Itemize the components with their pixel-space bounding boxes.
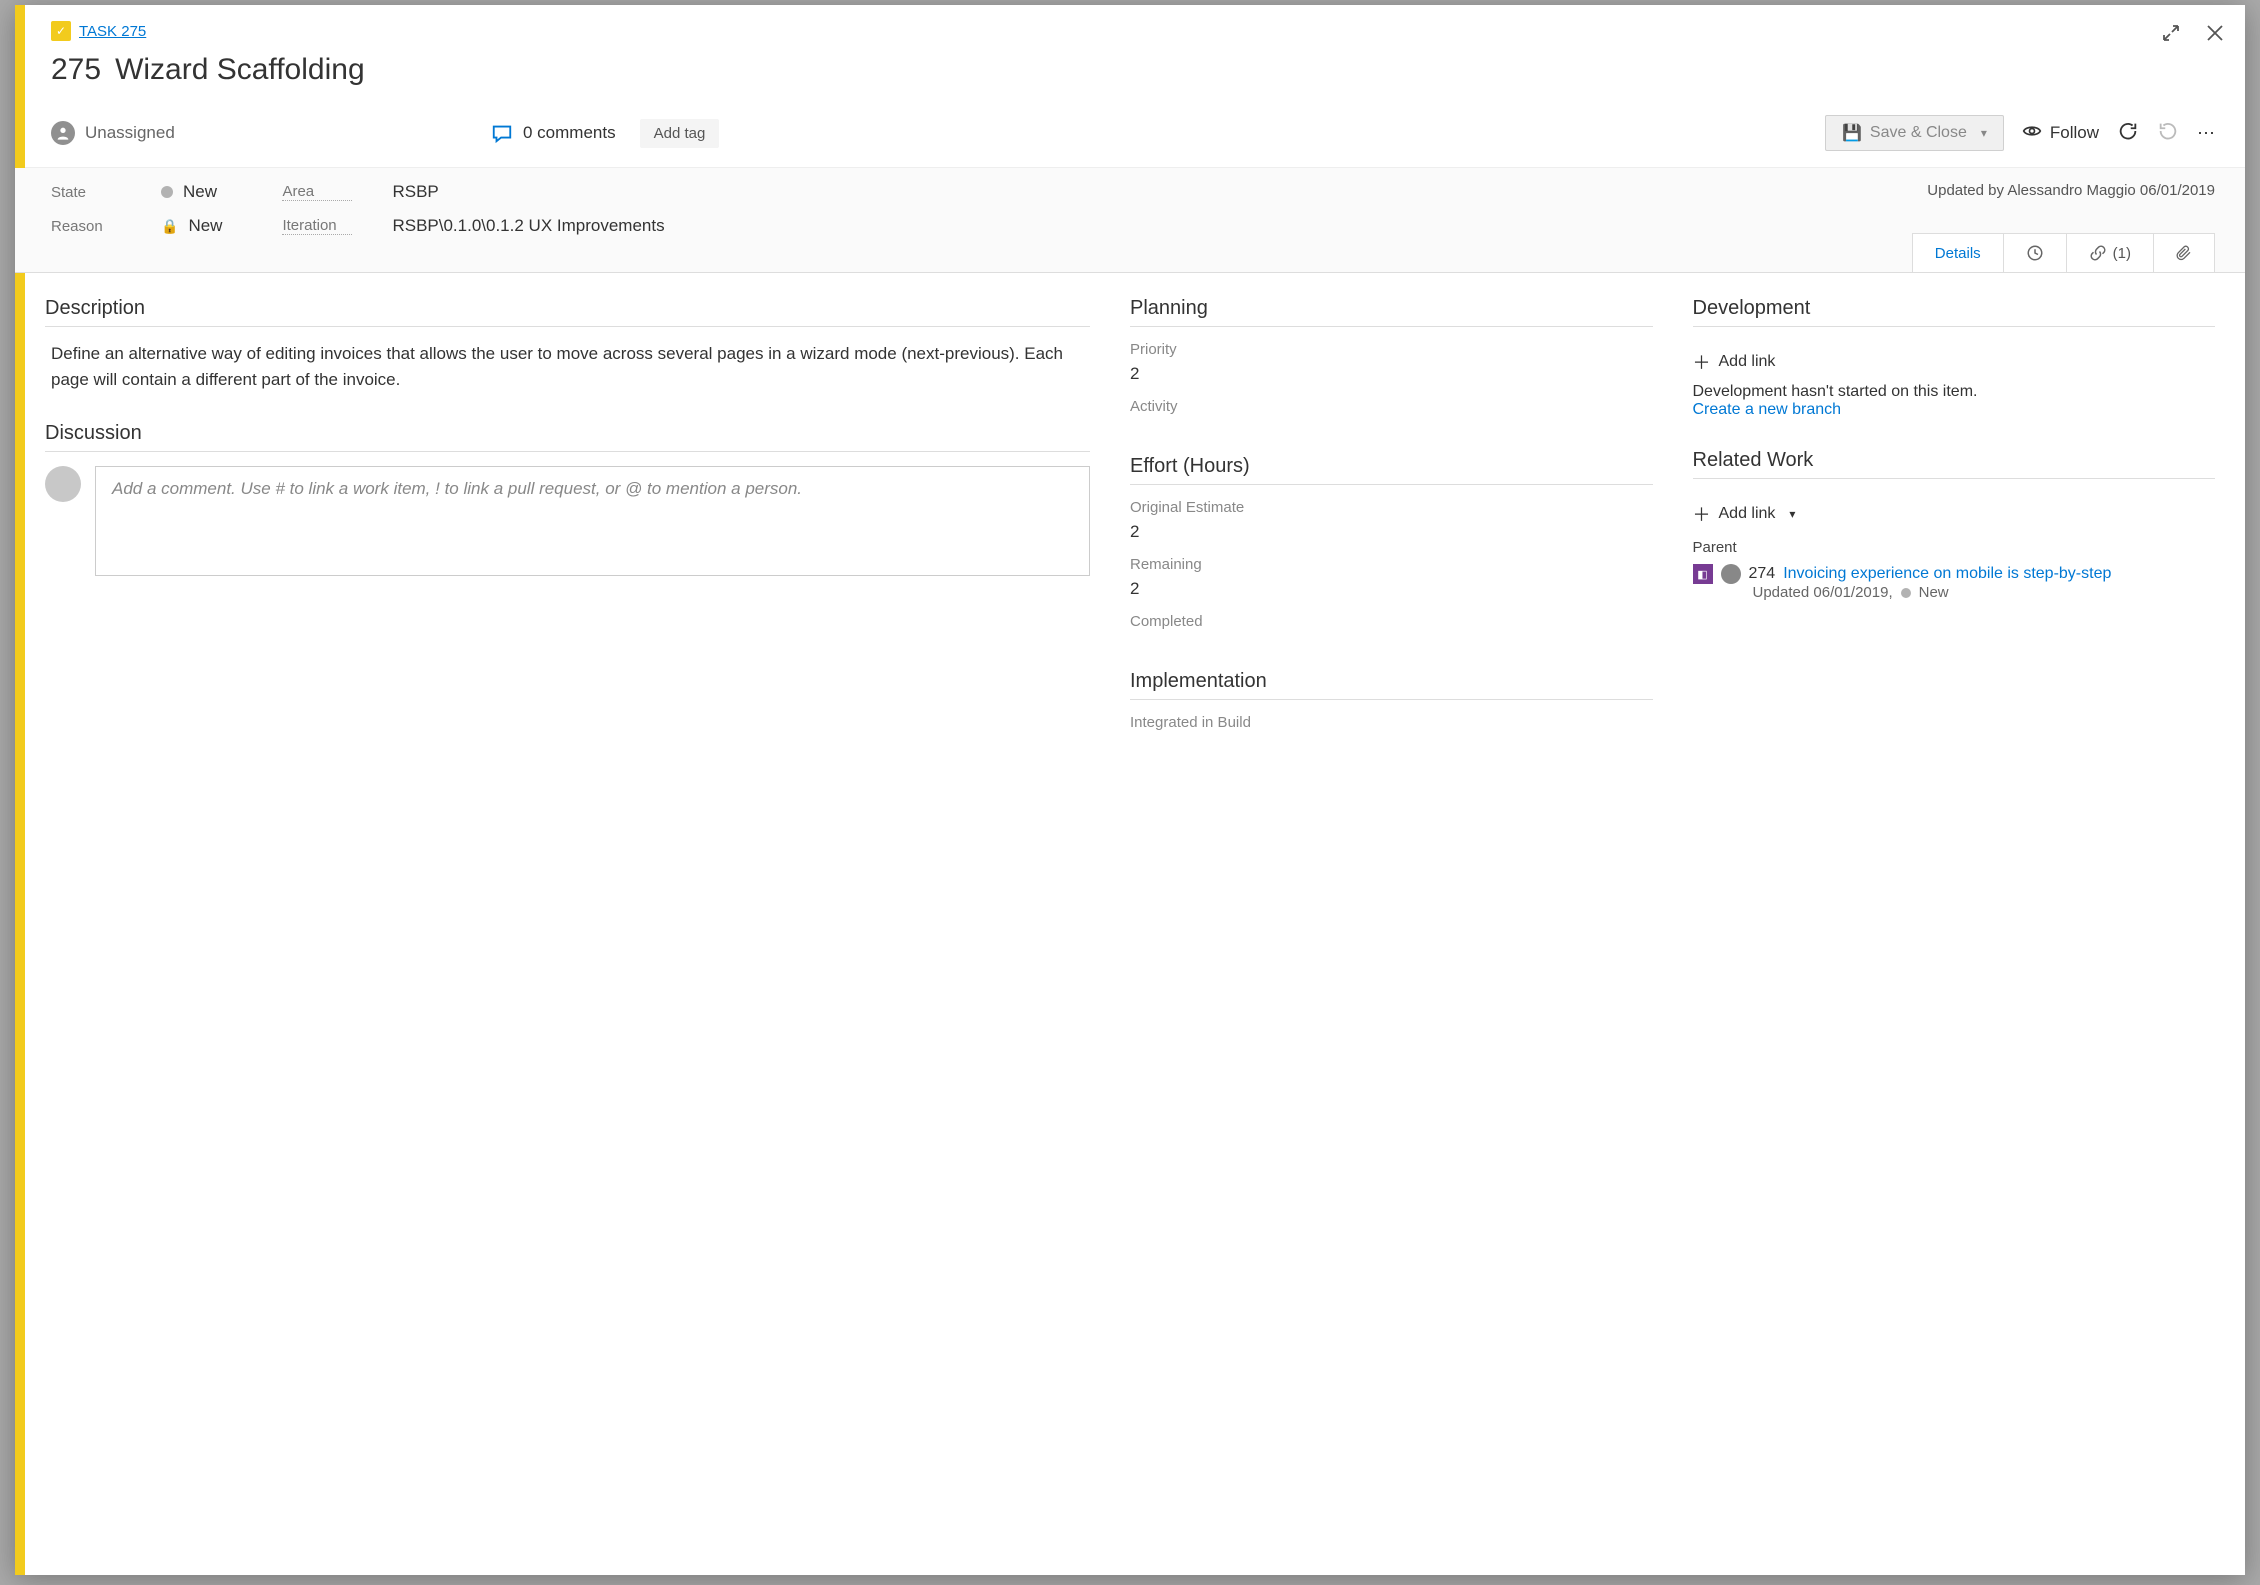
chevron-down-icon: ▾ (1981, 126, 1987, 140)
follow-label: Follow (2050, 123, 2099, 143)
reason-label: Reason (51, 218, 121, 235)
remaining-value[interactable]: 2 (1130, 579, 1653, 599)
state-dot-icon (161, 186, 173, 198)
feature-type-icon: ◧ (1693, 564, 1713, 584)
related-state: New (1919, 584, 1949, 601)
links-count: (1) (2113, 245, 2131, 262)
undo-icon[interactable] (2157, 120, 2179, 147)
related-title[interactable]: Invoicing experience on mobile is step-b… (1783, 565, 2111, 583)
related-updated: Updated 06/01/2019, (1753, 584, 1893, 601)
related-id: 274 (1749, 565, 1776, 583)
assigned-label: Unassigned (85, 123, 175, 143)
state-label: State (51, 184, 121, 201)
refresh-icon[interactable] (2117, 120, 2139, 147)
eye-icon (2022, 121, 2042, 146)
iteration-label: Iteration (282, 217, 352, 235)
assigned-to[interactable]: Unassigned (51, 121, 491, 145)
save-label: Save & Close (1870, 124, 1967, 142)
breadcrumb: ✓ TASK 275 (51, 21, 2215, 41)
related-work-item[interactable]: ◧ 274 Invoicing experience on mobile is … (1693, 564, 2216, 584)
comment-input[interactable]: Add a comment. Use # to link a work item… (95, 466, 1090, 576)
reason-value[interactable]: 🔒New (161, 216, 222, 236)
follow-button[interactable]: Follow (2022, 121, 2099, 146)
add-development-link[interactable]: ＋ Add link (1693, 349, 1776, 375)
development-status: Development hasn't started on this item. (1693, 383, 2216, 401)
tab-history[interactable] (2004, 234, 2067, 272)
unassigned-avatar-icon (51, 121, 75, 145)
create-branch-link[interactable]: Create a new branch (1693, 401, 2216, 419)
related-avatar-icon (1721, 564, 1741, 584)
description-heading: Description (45, 297, 1090, 327)
remaining-label: Remaining (1130, 556, 1653, 573)
state-dot-icon (1901, 588, 1911, 598)
comments-button[interactable]: 0 comments (491, 122, 616, 144)
save-button[interactable]: 💾 Save & Close ▾ (1825, 115, 2004, 151)
chevron-down-icon: ▾ (1789, 507, 1795, 521)
implementation-heading: Implementation (1130, 670, 1653, 700)
discussion-heading: Discussion (45, 422, 1090, 452)
original-estimate-label: Original Estimate (1130, 499, 1653, 516)
tab-links[interactable]: (1) (2067, 234, 2154, 272)
lock-icon: 🔒 (161, 218, 178, 235)
task-type-icon: ✓ (51, 21, 71, 41)
priority-value[interactable]: 2 (1130, 364, 1653, 384)
more-icon[interactable]: ⋯ (2197, 123, 2215, 144)
area-value[interactable]: RSBP (392, 182, 438, 202)
save-icon: 💾 (1842, 123, 1862, 143)
details-tabs: Details (1) (1912, 233, 2215, 272)
effort-heading: Effort (Hours) (1130, 455, 1653, 485)
development-heading: Development (1693, 297, 2216, 327)
plus-icon: ＋ (1693, 501, 1711, 527)
integrated-build-label: Integrated in Build (1130, 714, 1653, 731)
plus-icon: ＋ (1693, 349, 1711, 375)
state-value[interactable]: New (161, 182, 217, 202)
close-icon[interactable] (2205, 23, 2225, 46)
related-work-heading: Related Work (1693, 449, 2216, 479)
tab-details[interactable]: Details (1913, 234, 2004, 272)
work-item-name: Wizard Scaffolding (115, 53, 365, 86)
completed-label: Completed (1130, 613, 1653, 630)
iteration-value[interactable]: RSBP\0.1.0\0.1.2 UX Improvements (392, 216, 664, 236)
comments-count: 0 comments (523, 123, 616, 143)
activity-label: Activity (1130, 398, 1653, 415)
planning-heading: Planning (1130, 297, 1653, 327)
description-text[interactable]: Define an alternative way of editing inv… (45, 341, 1090, 392)
add-related-link[interactable]: ＋ Add link ▾ (1693, 501, 1796, 527)
work-item-id: 275 (51, 53, 101, 86)
tab-attachments[interactable] (2154, 234, 2214, 272)
area-label: Area (282, 183, 352, 201)
task-link[interactable]: TASK 275 (79, 23, 146, 40)
priority-label: Priority (1130, 341, 1653, 358)
original-estimate-value[interactable]: 2 (1130, 522, 1653, 542)
current-user-avatar (45, 466, 81, 502)
work-item-title[interactable]: 275 Wizard Scaffolding (51, 53, 2215, 87)
updated-by: Updated by Alessandro Maggio 06/01/2019 (1927, 182, 2215, 199)
expand-icon[interactable] (2161, 23, 2181, 46)
add-tag-button[interactable]: Add tag (640, 119, 720, 148)
parent-label: Parent (1693, 539, 2216, 556)
